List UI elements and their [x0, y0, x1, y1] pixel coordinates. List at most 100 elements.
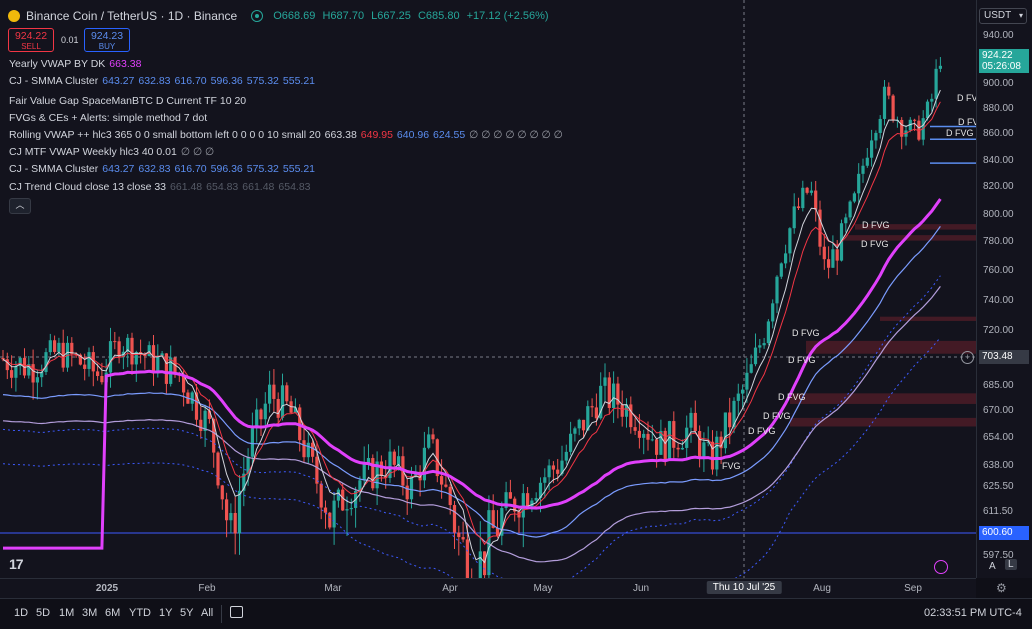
candle-body: [315, 456, 319, 484]
range-3m[interactable]: 3M: [82, 607, 97, 619]
legend-row[interactable]: CJ Trend Cloud close 13 close 33 661.48 65…: [9, 181, 315, 193]
candle-body: [865, 157, 869, 166]
range-1m[interactable]: 1M: [59, 607, 74, 619]
eye-icon[interactable]: [251, 10, 264, 22]
legend-name: CJ MTF VWAP Weekly hlc3 40 0.01: [9, 146, 177, 158]
bottom-toolbar: 1D 5D 1M 3M 6M YTD 1Y 5Y All 02:33:51 PM…: [0, 598, 1032, 629]
ohlc-change: +17.12 (+2.56%): [466, 10, 549, 22]
candle-body: [263, 403, 267, 420]
time-label-apr: Apr: [442, 583, 458, 594]
candle-body: [216, 452, 220, 486]
range-ytd[interactable]: YTD: [129, 607, 151, 619]
collapse-legend-button[interactable]: ︿: [9, 198, 31, 214]
fvg-label: D FVG: [763, 411, 791, 421]
last-price: 924.22: [982, 50, 1013, 61]
candle-body: [229, 512, 233, 521]
candle-body: [508, 492, 512, 499]
candle-body: [835, 249, 839, 261]
candle-body: [409, 476, 414, 500]
candle-body: [526, 493, 530, 507]
range-all[interactable]: All: [201, 607, 213, 619]
range-1y[interactable]: 1Y: [159, 607, 172, 619]
candle-body: [934, 68, 938, 99]
candle-body: [762, 343, 766, 346]
candle-body: [521, 493, 525, 518]
time-label-may: May: [533, 583, 553, 594]
candle-body: [44, 352, 48, 373]
legend-row[interactable]: CJ MTF VWAP Weekly hlc3 40 0.01 ∅ ∅ ∅: [9, 146, 218, 158]
candle-body: [891, 95, 895, 121]
candle-body: [620, 404, 624, 417]
legend-value: 654.83: [278, 181, 311, 193]
price-tick-label: 760.00: [983, 265, 1014, 276]
candle-body: [878, 118, 882, 133]
divider: [221, 605, 222, 623]
candle-body: [220, 485, 224, 500]
candle-body: [650, 439, 654, 441]
chevron-down-icon: ▾: [1018, 11, 1023, 20]
range-5d[interactable]: 5D: [36, 607, 50, 619]
buy-button[interactable]: 924.23 BUY: [84, 28, 130, 52]
range-1d[interactable]: 1D: [14, 607, 28, 619]
candle-body: [801, 187, 805, 209]
price-tick-label: 860.00: [983, 128, 1014, 139]
candle-body: [182, 375, 186, 393]
candle-body: [637, 430, 641, 438]
alert-icon[interactable]: [934, 560, 948, 574]
legend-value: 661.48: [170, 181, 203, 193]
range-6m[interactable]: 6M: [105, 607, 120, 619]
candle-body: [547, 465, 551, 478]
date-range-icon[interactable]: [230, 606, 243, 618]
symbol-title[interactable]: Binance Coin / TetherUS · 1D · Binance: [26, 9, 237, 23]
clock-time[interactable]: 02:33:51 PM UTC-4: [924, 607, 1022, 619]
spread-value: 0.01: [61, 35, 79, 45]
fvg-label: D FVG: [958, 117, 976, 127]
candle-body: [715, 436, 719, 470]
chart-area[interactable]: Binance Coin / TetherUS · 1D · Binance O…: [0, 0, 976, 578]
legend-value: 575.32: [246, 75, 279, 87]
range-5y[interactable]: 5Y: [180, 607, 193, 619]
candle-body: [603, 377, 607, 386]
candle-body: [667, 421, 672, 461]
legend-name: CJ - SMMA Cluster: [9, 75, 99, 87]
sell-label: SELL: [21, 42, 41, 51]
candle-body: [698, 431, 702, 459]
settings-gear-icon[interactable]: ⚙: [996, 581, 1007, 595]
price-tick-label: 654.00: [983, 432, 1014, 443]
legend-value: 624.55: [433, 129, 466, 141]
candle-body: [233, 512, 237, 534]
legend-row[interactable]: Yearly VWAP BY DK 663.38: [9, 58, 145, 70]
legend-value: 663.38: [109, 58, 142, 70]
legend-value: 616.70: [174, 75, 207, 87]
fvg-label: D FVG: [788, 355, 816, 365]
price-tick-label: 880.00: [983, 103, 1014, 114]
legend-value: 555.21: [282, 75, 316, 87]
candle-body: [676, 447, 680, 450]
candle-body: [655, 439, 659, 455]
time-label-sep: Sep: [904, 583, 922, 594]
legend-row[interactable]: Rolling VWAP ++ hlc3 365 0 0 small botto…: [9, 129, 567, 141]
price-tick-label: 900.00: [983, 78, 1014, 89]
candle-body: [306, 442, 310, 458]
candle-body: [14, 366, 18, 378]
legend-row[interactable]: FVGs & CEs + Alerts: simple method 7 dot: [9, 112, 211, 124]
candle-body: [693, 412, 697, 432]
level-price-tag: 600.60: [979, 526, 1029, 540]
legend-row[interactable]: Fair Value Gap SpaceManBTC D Current TF …: [9, 95, 250, 107]
auto-scale-button[interactable]: A: [989, 561, 996, 572]
time-axis[interactable]: 2025 Feb Mar Apr May Jun Thu 10 Jul '25 …: [0, 578, 1007, 599]
candle-body: [379, 461, 383, 477]
legend-value: 649.95: [360, 129, 393, 141]
candle-body: [422, 447, 426, 481]
fvg-label: D FVG: [861, 239, 889, 249]
legend-row[interactable]: CJ - SMMA Cluster 643.27 632.83 616.70 596.3…: [9, 163, 319, 175]
sell-button[interactable]: 924.22 SELL: [8, 28, 54, 52]
legend-name: CJ Trend Cloud close 13 close 33: [9, 181, 167, 193]
last-price-tag: 924.22 05:26:08: [979, 49, 1029, 73]
candle-body: [633, 427, 637, 431]
log-scale-button[interactable]: L: [1005, 559, 1017, 570]
add-crosshair-icon[interactable]: +: [961, 351, 974, 364]
currency-selector[interactable]: USDT ▾: [979, 8, 1027, 24]
legend-row[interactable]: CJ - SMMA Cluster 643.27 632.83 616.70 596.3…: [9, 75, 319, 87]
price-axis[interactable]: USDT ▾ 940.00 900.00 880.00 860.00 840.00 820…: [976, 0, 1032, 578]
